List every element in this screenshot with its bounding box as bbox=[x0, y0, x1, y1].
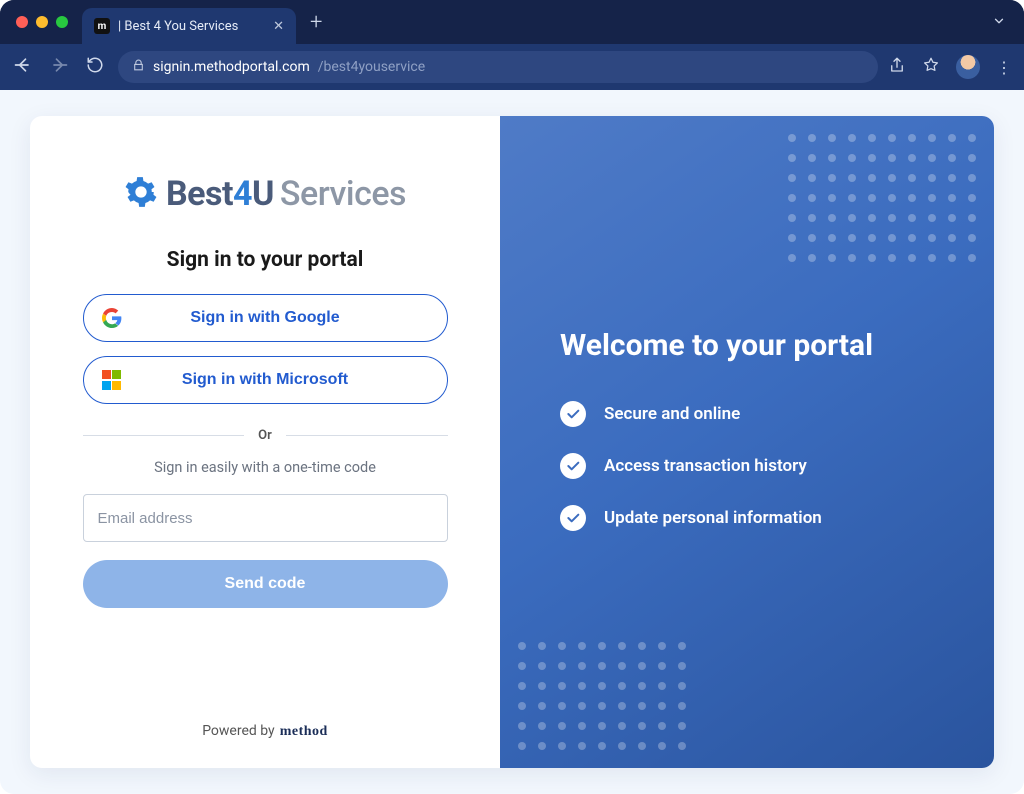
browser-tab-active[interactable]: m | Best 4 You Services ✕ bbox=[82, 8, 296, 44]
reload-button[interactable] bbox=[82, 56, 108, 79]
favicon-icon: m bbox=[94, 18, 110, 34]
reload-icon bbox=[86, 56, 104, 74]
gear-icon bbox=[124, 175, 158, 213]
tab-bar: m | Best 4 You Services ✕ + bbox=[0, 0, 1024, 44]
bookmark-button[interactable] bbox=[922, 56, 940, 78]
divider-or: Or bbox=[83, 428, 448, 443]
browser-toolbar: signin.methodportal.com/best4youservice … bbox=[0, 44, 1024, 90]
brand-name: Best4UServices bbox=[166, 174, 406, 214]
send-code-button[interactable]: Send code bbox=[83, 560, 448, 608]
email-input[interactable] bbox=[83, 494, 448, 542]
feature-item: Update personal information bbox=[560, 505, 934, 531]
powered-by: Powered by method bbox=[202, 693, 328, 740]
divider-line bbox=[286, 435, 448, 436]
close-window-button[interactable] bbox=[16, 16, 28, 28]
feature-label: Secure and online bbox=[604, 404, 740, 424]
feature-label: Access transaction history bbox=[604, 456, 807, 476]
decorative-dots-bottom bbox=[518, 642, 686, 750]
google-icon bbox=[102, 308, 122, 328]
feature-item: Secure and online bbox=[560, 401, 934, 427]
feature-label: Update personal information bbox=[604, 508, 822, 528]
url-path: /best4youservice bbox=[318, 59, 425, 75]
arrow-left-icon bbox=[13, 55, 33, 75]
brand-logo: Best4UServices bbox=[124, 174, 406, 214]
welcome-heading: Welcome to your portal bbox=[560, 328, 934, 363]
url-host: signin.methodportal.com bbox=[153, 59, 310, 75]
share-button[interactable] bbox=[888, 56, 906, 78]
new-tab-button[interactable]: + bbox=[304, 10, 328, 35]
signin-panel: Best4UServices Sign in to your portal Si… bbox=[30, 116, 500, 768]
share-icon bbox=[888, 56, 906, 74]
feature-item: Access transaction history bbox=[560, 453, 934, 479]
signin-card: Best4UServices Sign in to your portal Si… bbox=[30, 116, 994, 768]
signin-heading: Sign in to your portal bbox=[167, 248, 364, 272]
one-time-code-hint: Sign in easily with a one-time code bbox=[154, 459, 376, 476]
browser-chrome: m | Best 4 You Services ✕ + bbox=[0, 0, 1024, 90]
decorative-dots-top bbox=[788, 134, 976, 262]
tabs-dropdown-button[interactable] bbox=[992, 13, 1016, 32]
method-brand: method bbox=[280, 724, 328, 740]
divider-line bbox=[83, 435, 245, 436]
forward-button[interactable] bbox=[46, 55, 72, 80]
microsoft-signin-label: Sign in with Microsoft bbox=[182, 371, 348, 389]
welcome-panel: Welcome to your portal Secure and online… bbox=[500, 116, 994, 768]
or-label: Or bbox=[258, 428, 272, 443]
check-icon bbox=[560, 505, 586, 531]
window-controls bbox=[8, 16, 74, 28]
logo-word-best: Best bbox=[166, 174, 233, 214]
logo-word-u: U bbox=[252, 174, 274, 214]
microsoft-signin-button[interactable]: Sign in with Microsoft bbox=[83, 356, 448, 404]
address-bar[interactable]: signin.methodportal.com/best4youservice bbox=[118, 51, 878, 83]
powered-prefix: Powered by bbox=[202, 723, 275, 739]
browser-window: m | Best 4 You Services ✕ + bbox=[0, 0, 1024, 794]
lock-icon bbox=[132, 59, 145, 75]
back-button[interactable] bbox=[10, 55, 36, 80]
toolbar-actions: ⋮ bbox=[888, 55, 1014, 79]
google-signin-label: Sign in with Google bbox=[190, 309, 339, 327]
page-viewport: Best4UServices Sign in to your portal Si… bbox=[0, 90, 1024, 794]
google-signin-button[interactable]: Sign in with Google bbox=[83, 294, 448, 342]
kebab-menu-button[interactable]: ⋮ bbox=[996, 58, 1014, 77]
profile-avatar[interactable] bbox=[956, 55, 980, 79]
close-tab-button[interactable]: ✕ bbox=[273, 19, 284, 34]
fullscreen-window-button[interactable] bbox=[56, 16, 68, 28]
star-icon bbox=[922, 56, 940, 74]
minimize-window-button[interactable] bbox=[36, 16, 48, 28]
check-icon bbox=[560, 453, 586, 479]
chevron-down-icon bbox=[992, 14, 1006, 28]
tab-title: | Best 4 You Services bbox=[118, 19, 238, 34]
microsoft-icon bbox=[102, 370, 122, 390]
logo-word-services: Services bbox=[280, 174, 406, 214]
check-icon bbox=[560, 401, 586, 427]
arrow-right-icon bbox=[49, 55, 69, 75]
logo-word-four: 4 bbox=[233, 174, 252, 214]
